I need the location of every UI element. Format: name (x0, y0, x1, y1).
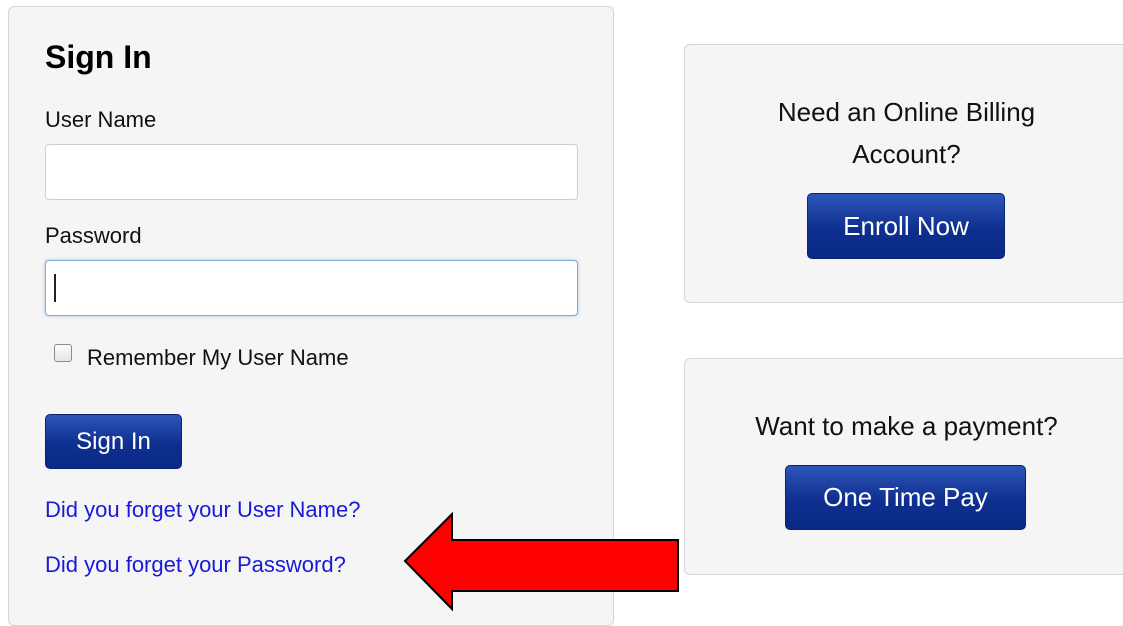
payment-panel: Want to make a payment? One Time Pay (684, 358, 1123, 575)
forgot-password-link[interactable]: Did you forget your Password? (45, 552, 346, 578)
payment-heading: Want to make a payment? (755, 411, 1058, 441)
enroll-heading: Need an Online Billing Account? (685, 91, 1123, 175)
password-input[interactable] (45, 260, 578, 316)
username-input[interactable] (45, 144, 578, 200)
text-caret (54, 274, 56, 302)
enroll-heading-line2: Account? (852, 139, 961, 169)
enroll-now-button[interactable]: Enroll Now (807, 193, 1005, 259)
forgot-username-link[interactable]: Did you forget your User Name? (45, 497, 360, 523)
signin-title: Sign In (45, 39, 152, 75)
one-time-pay-button[interactable]: One Time Pay (785, 465, 1026, 530)
password-label: Password (45, 223, 142, 248)
signin-button[interactable]: Sign In (45, 414, 182, 469)
enroll-panel: Need an Online Billing Account? Enroll N… (684, 44, 1123, 303)
enroll-heading-line1: Need an Online Billing (777, 97, 1036, 127)
remember-label[interactable]: Remember My User Name (87, 345, 349, 371)
remember-checkbox[interactable] (54, 344, 72, 362)
username-label: User Name (45, 107, 157, 132)
red-arrow-left-icon (403, 511, 679, 612)
